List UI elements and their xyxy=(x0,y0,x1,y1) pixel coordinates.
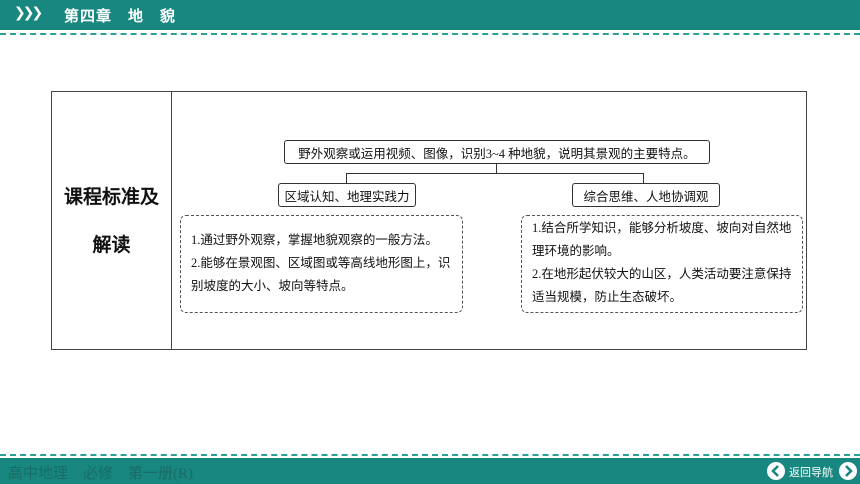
label-line-1: 课程标准及 xyxy=(63,185,159,208)
list-item: 1.结合所学知识，能够分析坡度、坡向对自然地 xyxy=(532,221,792,235)
list-item: 1.通过野外观察，掌握地貌观察的一般方法。 xyxy=(191,233,438,247)
list-item: 适当规模，防止生态破坏。 xyxy=(532,290,683,304)
label-line-2: 解读 xyxy=(92,233,131,256)
list-item: 2.能够在景观图、区域图或等高线地形图上，识 xyxy=(191,256,451,270)
chapter-title: 第四章 地 貌 xyxy=(64,7,177,25)
connector-left-drop xyxy=(346,173,347,183)
list-item: 2.在地形起伏较大的山区，人类活动要注意保持 xyxy=(532,267,792,281)
chapter-header: ❯❯❯ 第四章 地 貌 xyxy=(0,0,860,30)
curriculum-table: 课程标准及 解读 野外观察或运用视频、图像，识别3~4 种地貌，说明其景观的主要… xyxy=(51,91,807,350)
back-to-nav-link[interactable]: 返回导航 xyxy=(789,464,833,480)
book-title: 高中地理 必修 第一册(R) xyxy=(8,466,193,482)
competency-box-left: 区域认知、地理实践力 xyxy=(278,183,416,207)
arrow-right-icon[interactable] xyxy=(839,462,857,480)
arrow-left-icon[interactable] xyxy=(767,462,785,480)
connector-vertical-top xyxy=(496,164,497,173)
chevrons-icon: ❯❯❯ xyxy=(14,5,43,21)
list-item: 理环境的影响。 xyxy=(532,244,620,258)
standard-box: 野外观察或运用视频、图像，识别3~4 种地貌，说明其景观的主要特点。 xyxy=(284,140,710,164)
footer-divider xyxy=(0,454,860,456)
column-divider xyxy=(171,92,172,349)
list-item: 别坡度的大小、坡向等特点。 xyxy=(191,279,354,293)
connector-horizontal xyxy=(346,173,644,174)
interpretation-box-left: 1.通过野外观察，掌握地貌观察的一般方法。 2.能够在景观图、区域图或等高线地形… xyxy=(180,215,463,313)
header-divider xyxy=(0,33,860,35)
interpretation-box-right: 1.结合所学知识，能够分析坡度、坡向对自然地 理环境的影响。 2.在地形起伏较大… xyxy=(521,215,803,313)
connector-right-drop xyxy=(643,173,644,183)
curriculum-label: 课程标准及 解读 xyxy=(52,92,171,349)
competency-box-right: 综合思维、人地协调观 xyxy=(572,183,720,207)
